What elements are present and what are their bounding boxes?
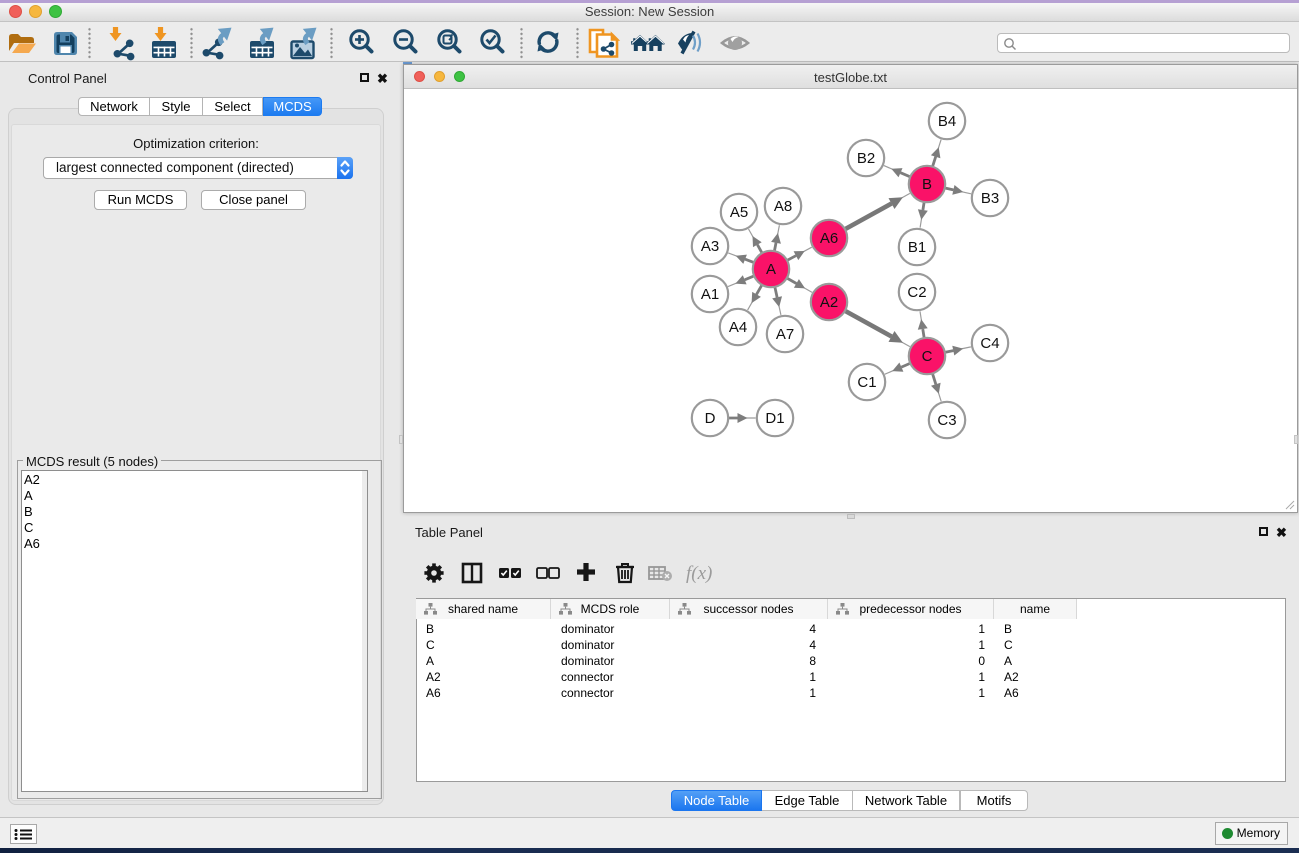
svg-text:A: A [766,261,776,278]
svg-text:A2: A2 [820,294,838,311]
svg-text:A7: A7 [776,326,794,343]
svg-text:B: B [922,176,932,193]
svg-text:f(x): f(x) [686,563,712,584]
svg-text:C: C [922,348,933,365]
svg-text:A1: A1 [701,286,719,303]
svg-text:A4: A4 [729,319,747,336]
svg-text:B1: B1 [908,239,926,256]
svg-text:A5: A5 [730,204,748,221]
svg-text:D1: D1 [765,410,784,427]
svg-text:B3: B3 [981,190,999,207]
svg-text:A6: A6 [820,230,838,247]
svg-text:A8: A8 [774,198,792,215]
svg-text:B4: B4 [938,113,956,130]
svg-text:C2: C2 [907,284,926,301]
svg-text:B2: B2 [857,150,875,167]
svg-text:A3: A3 [701,238,719,255]
svg-text:C3: C3 [937,412,956,429]
svg-text:D: D [705,410,716,427]
svg-text:C1: C1 [857,374,876,391]
svg-text:C4: C4 [980,335,999,352]
